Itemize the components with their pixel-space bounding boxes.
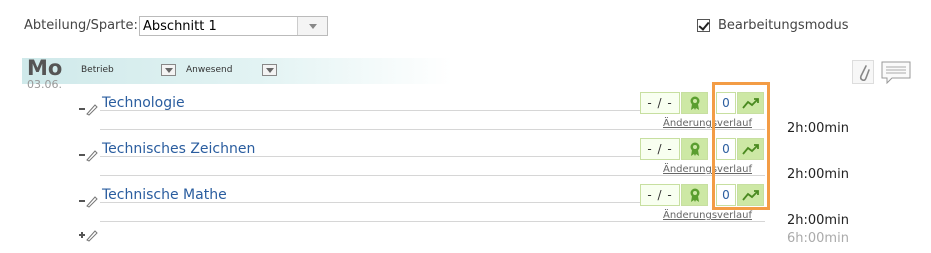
row-duration: 2h:00min: [787, 213, 849, 228]
highlight-frame: [712, 82, 770, 210]
remove-edit-icon[interactable]: [78, 194, 98, 208]
paperclip-icon[interactable]: [852, 60, 874, 84]
department-select[interactable]: Abschnitt 1: [139, 16, 328, 36]
award-icon[interactable]: [681, 184, 708, 206]
edit-mode-checkbox[interactable]: [697, 19, 710, 32]
row-duration: 2h:00min: [787, 167, 849, 182]
column-label-anwesend: Anwesend: [186, 65, 233, 75]
row-divider: [100, 202, 640, 203]
award-icon[interactable]: [681, 138, 708, 160]
remove-edit-icon[interactable]: [78, 102, 98, 116]
row-divider: [100, 110, 640, 111]
grade-field[interactable]: - / -: [640, 92, 680, 114]
award-icon[interactable]: [681, 92, 708, 114]
chevron-down-icon: [265, 67, 274, 73]
total-duration: 6h:00min: [787, 231, 849, 246]
subject-link[interactable]: Technische Mathe: [102, 187, 227, 203]
row-duration: 2h:00min: [787, 121, 849, 136]
subject-link[interactable]: Technisches Zeichnen: [102, 141, 255, 157]
row-divider: [100, 129, 765, 130]
day-name: Mo: [27, 56, 63, 80]
add-edit-icon[interactable]: [78, 228, 98, 242]
row-divider: [100, 156, 640, 157]
chevron-down-icon: [164, 67, 173, 73]
change-history-link[interactable]: Änderungsverlauf: [663, 210, 752, 221]
column-label-betrieb: Betrieb: [81, 65, 114, 75]
grade-field[interactable]: - / -: [640, 138, 680, 160]
anwesend-dropdown[interactable]: [262, 64, 277, 76]
row-divider: [100, 221, 765, 222]
chevron-down-icon[interactable]: [297, 17, 327, 35]
betrieb-dropdown[interactable]: [161, 64, 176, 76]
department-label: Abteilung/Sparte:: [24, 18, 138, 33]
row-divider: [100, 175, 765, 176]
department-select-value: Abschnitt 1: [143, 18, 217, 34]
subject-link[interactable]: Technologie: [102, 95, 185, 111]
grade-field[interactable]: - / -: [640, 184, 680, 206]
remove-edit-icon[interactable]: [78, 148, 98, 162]
comment-icon[interactable]: [880, 60, 912, 85]
edit-mode-label: Bearbeitungsmodus: [718, 18, 849, 33]
day-date: 03.06.: [27, 78, 62, 91]
edit-mode-toggle[interactable]: Bearbeitungsmodus: [697, 18, 849, 33]
